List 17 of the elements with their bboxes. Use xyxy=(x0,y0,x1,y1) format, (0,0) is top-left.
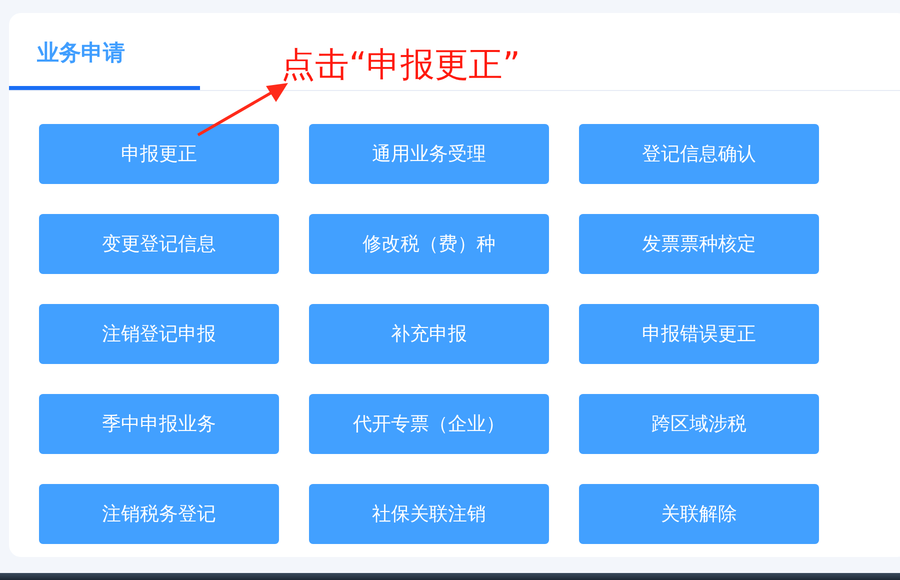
service-button[interactable]: 修改税（费）种 xyxy=(309,214,549,274)
service-button[interactable]: 变更登记信息 xyxy=(39,214,279,274)
service-button[interactable]: 注销税务登记 xyxy=(39,484,279,544)
annotation-text: 点击“申报更正” xyxy=(281,44,520,87)
service-button[interactable]: 通用业务受理 xyxy=(309,124,549,184)
service-button[interactable]: 季中申报业务 xyxy=(39,394,279,454)
service-button[interactable]: 注销登记申报 xyxy=(39,304,279,364)
service-button[interactable]: 发票票种核定 xyxy=(579,214,819,274)
service-button[interactable]: 代开专票（企业） xyxy=(309,394,549,454)
tab[interactable]: 业务申请 xyxy=(9,16,200,90)
service-button[interactable]: 补充申报 xyxy=(309,304,549,364)
service-button[interactable]: 申报更正 xyxy=(39,124,279,184)
service-button[interactable]: 登记信息确认 xyxy=(579,124,819,184)
service-button[interactable]: 关联解除 xyxy=(579,484,819,544)
service-button[interactable]: 跨区域涉税 xyxy=(579,394,819,454)
service-button[interactable]: 申报错误更正 xyxy=(579,304,819,364)
service-button[interactable]: 社保关联注销 xyxy=(309,484,549,544)
